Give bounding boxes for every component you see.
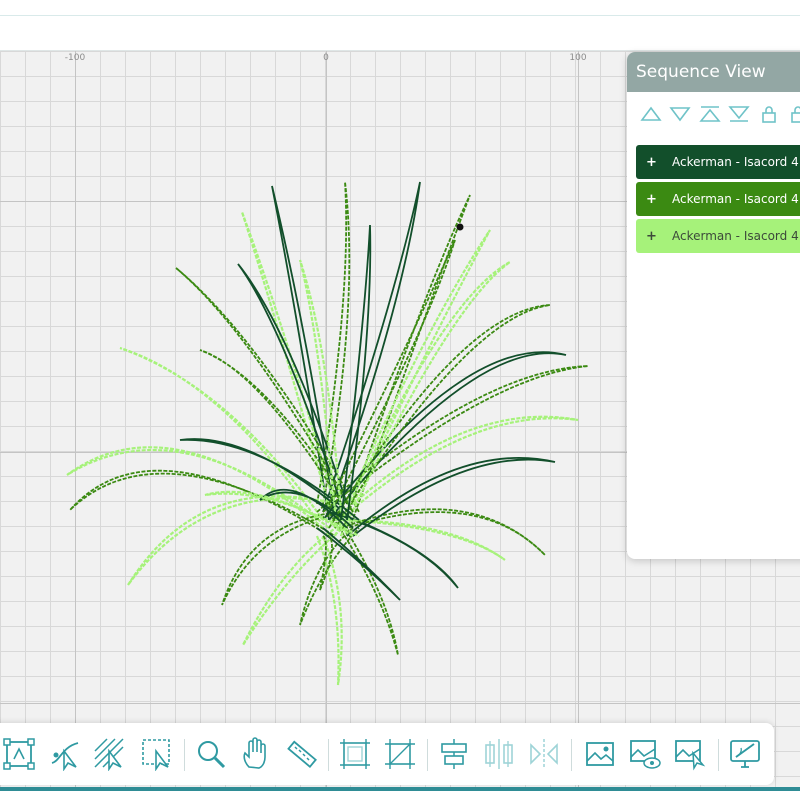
image-preview-icon[interactable] [628,737,662,771]
toolbar-separator [328,739,329,771]
grass-blade [299,527,360,626]
embroidery-display-icon[interactable] [728,737,762,771]
transform-icon[interactable] [2,737,36,771]
needle-position-marker [456,223,464,231]
move-to-top-icon[interactable] [699,105,721,123]
move-down-icon[interactable] [669,105,691,123]
image-select-icon[interactable] [673,737,707,771]
node-edit-icon[interactable] [48,737,82,772]
bottom-accent-bar [0,787,800,791]
toolbar-separator [184,739,185,771]
select-area-icon[interactable] [140,737,174,772]
image-icon[interactable] [583,737,617,771]
zoom-icon[interactable] [194,737,228,771]
bottom-toolbar [0,723,774,785]
crop-icon[interactable] [383,737,417,771]
stitch-direction-icon[interactable] [93,737,127,772]
mirror-icon[interactable] [527,737,561,771]
sequence-item[interactable]: + Ackerman - Isacord 4 [636,145,800,179]
toolbar-separator [571,739,572,771]
move-up-icon[interactable] [640,105,662,123]
align-center-icon[interactable] [437,737,471,771]
sequence-toolbar [627,92,800,144]
frame-icon[interactable] [338,737,372,771]
sequence-item-label: Ackerman - Isacord 4 [672,229,799,243]
sequence-item[interactable]: + Ackerman - Isacord 4 [636,219,800,253]
lock-icon[interactable] [758,105,780,123]
sequence-view-panel: Sequence View + Ackerman - Isacord 4 + Ack… [627,52,800,559]
grass-blade [315,535,343,686]
unlock-icon[interactable] [787,105,800,123]
toolbar-separator [427,739,428,771]
sequence-item-label: Ackerman - Isacord 4 [672,192,799,206]
sequence-view-title: Sequence View [627,52,800,92]
pan-icon[interactable] [239,737,273,771]
expand-icon[interactable]: + [646,183,672,217]
toolbar-separator [718,739,719,771]
move-to-bottom-icon[interactable] [728,105,750,123]
expand-icon[interactable]: + [646,220,672,254]
sequence-item[interactable]: + Ackerman - Isacord 4 [636,182,800,216]
measure-icon[interactable] [284,737,318,771]
grass-blade [316,181,351,505]
expand-icon[interactable]: + [646,146,672,180]
sequence-item-label: Ackerman - Isacord 4 [672,155,799,169]
grass-blade [221,511,348,606]
distribute-icon[interactable] [482,737,516,771]
